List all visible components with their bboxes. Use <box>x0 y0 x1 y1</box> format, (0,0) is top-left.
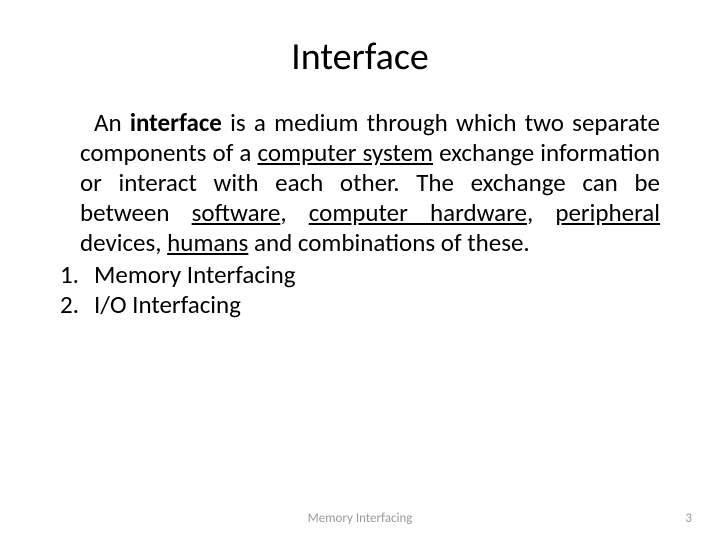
footer-text: Memory Interfacing <box>0 511 720 526</box>
list-number: 1. <box>60 260 94 290</box>
list-text: I/O Interfacing <box>94 290 241 320</box>
slide: Interface An interface is a medium throu… <box>0 0 720 540</box>
list-number: 2. <box>60 290 94 320</box>
page-number: 3 <box>685 511 692 526</box>
slide-title: Interface <box>60 34 660 80</box>
bold-text: interface <box>130 107 222 138</box>
list-item: 2. I/O Interfacing <box>60 290 660 320</box>
link-computer-hardware[interactable]: computer hardware <box>309 197 527 228</box>
list-item: 1. Memory Interfacing <box>60 260 660 290</box>
slide-body: An interface is a medium through which t… <box>60 108 660 258</box>
text-run: , <box>280 197 308 228</box>
text-run: An <box>94 107 130 138</box>
link-computer-system[interactable]: computer system <box>257 137 433 168</box>
link-peripheral[interactable]: peripheral <box>555 197 660 228</box>
text-run: , <box>527 197 555 228</box>
text-run: and combinations of these. <box>248 227 529 258</box>
text-run: devices, <box>80 227 167 258</box>
list-text: Memory Interfacing <box>94 260 296 290</box>
link-humans[interactable]: humans <box>167 227 248 258</box>
link-software[interactable]: software <box>192 197 281 228</box>
numbered-list: 1. Memory Interfacing 2. I/O Interfacing <box>60 260 660 320</box>
